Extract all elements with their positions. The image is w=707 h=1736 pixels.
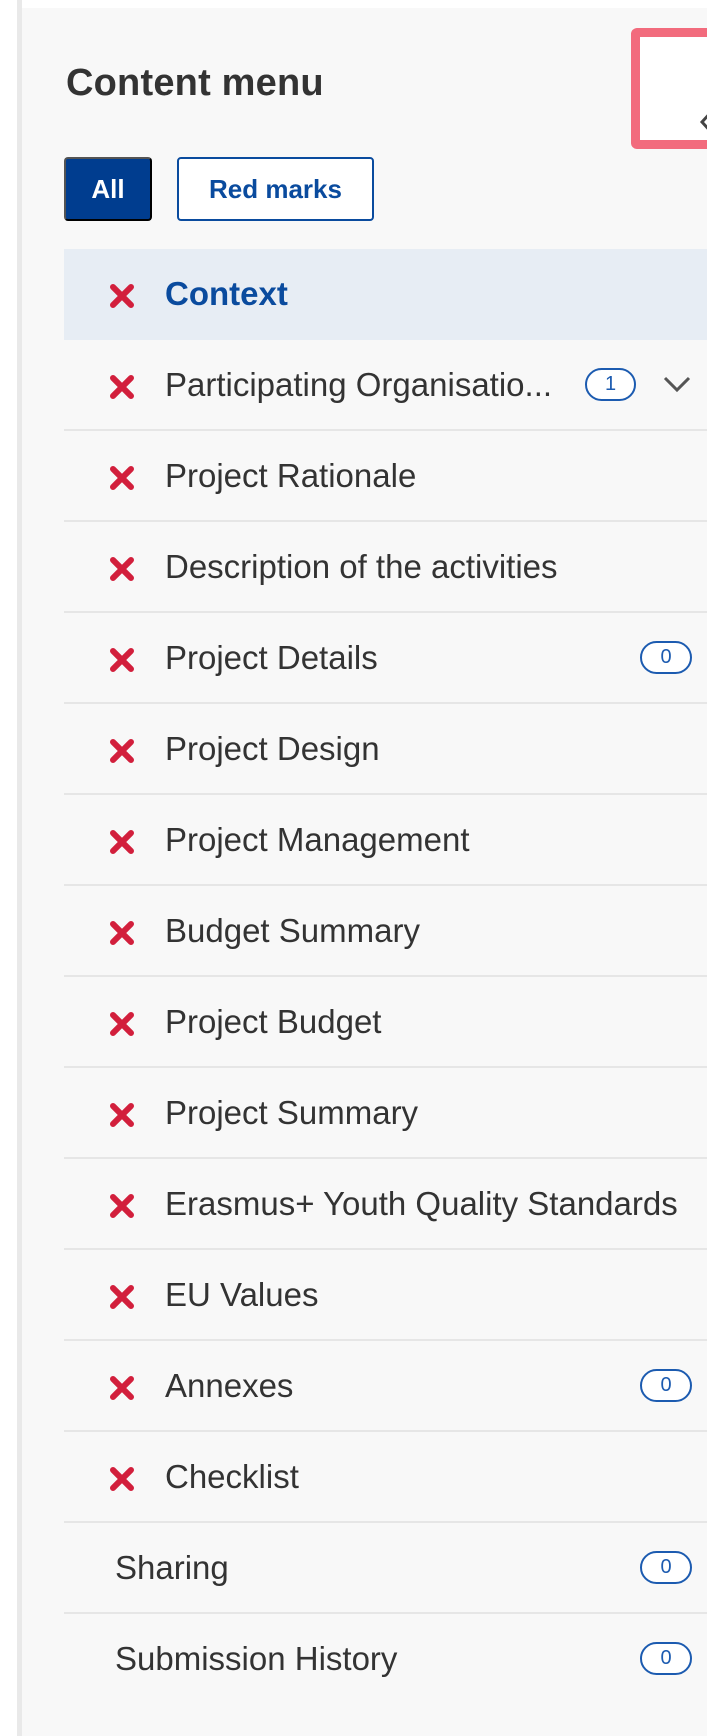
menu-item-project-details[interactable]: Project Details 0: [64, 613, 707, 704]
menu-item-label: Project Details: [165, 638, 378, 676]
menu-item-label: Project Design: [165, 729, 380, 767]
menu-item-project-design[interactable]: Project Design: [64, 704, 707, 795]
red-x-icon: [108, 646, 136, 674]
count-badge: 0: [640, 641, 692, 674]
count-badge: 0: [640, 1369, 692, 1402]
menu-item-participating-organisations[interactable]: Participating Organisatio... 1: [64, 340, 707, 431]
red-x-icon: [108, 373, 136, 401]
menu-item-project-rationale[interactable]: Project Rationale: [64, 431, 707, 522]
red-x-icon: [108, 1283, 136, 1311]
red-x-icon: [108, 555, 136, 583]
menu-item-label: EU Values: [165, 1275, 319, 1313]
menu-item-submission-history[interactable]: Submission History 0: [64, 1614, 707, 1705]
red-x-icon: [108, 737, 136, 765]
menu-item-project-budget[interactable]: Project Budget: [64, 977, 707, 1068]
red-x-icon: [108, 1374, 136, 1402]
count-badge: 0: [640, 1551, 692, 1584]
menu-item-budget-summary[interactable]: Budget Summary: [64, 886, 707, 977]
menu-item-label: Project Budget: [165, 1002, 382, 1040]
count-badge: 0: [640, 1642, 692, 1675]
menu-item-label: Annexes: [165, 1366, 294, 1404]
menu-item-label: Description of the activities: [165, 547, 558, 585]
menu-item-description-of-activities[interactable]: Description of the activities: [64, 522, 707, 613]
filter-red-marks-button[interactable]: Red marks: [177, 157, 374, 221]
menu-item-annexes[interactable]: Annexes 0: [64, 1341, 707, 1432]
menu-item-label: Project Management: [165, 820, 470, 858]
menu-item-label: Participating Organisatio...: [165, 365, 553, 403]
red-x-icon: [108, 282, 136, 310]
filter-all-button[interactable]: All: [64, 157, 152, 221]
menu-item-context[interactable]: Context: [64, 249, 707, 340]
red-x-icon: [108, 1465, 136, 1493]
menu-item-label: Project Rationale: [165, 456, 417, 494]
red-x-icon: [108, 828, 136, 856]
menu-item-label: Context: [165, 274, 288, 312]
panel-title: Content menu: [66, 62, 324, 104]
menu-item-label: Budget Summary: [165, 911, 420, 949]
menu-item-sharing[interactable]: Sharing 0: [64, 1523, 707, 1614]
menu-item-label: Project Summary: [165, 1093, 419, 1131]
count-badge: 1: [585, 368, 636, 401]
content-menu-list: Context Participating Organisatio... 1 P…: [64, 249, 707, 1705]
red-x-icon: [108, 919, 136, 947]
menu-item-youth-quality-standards[interactable]: Erasmus+ Youth Quality Standards: [64, 1159, 707, 1250]
menu-item-project-summary[interactable]: Project Summary: [64, 1068, 707, 1159]
menu-item-eu-values[interactable]: EU Values: [64, 1250, 707, 1341]
menu-item-label: Erasmus+ Youth Quality Standards: [165, 1184, 678, 1222]
red-x-icon: [108, 1101, 136, 1129]
red-x-icon: [108, 1192, 136, 1220]
chevron-left-icon: [698, 107, 707, 142]
menu-item-checklist[interactable]: Checklist: [64, 1432, 707, 1523]
collapse-panel-button[interactable]: [631, 28, 707, 149]
menu-item-label: Checklist: [165, 1457, 299, 1495]
red-x-icon: [108, 464, 136, 492]
menu-item-project-management[interactable]: Project Management: [64, 795, 707, 886]
menu-item-label: Sharing: [115, 1548, 229, 1586]
chevron-down-icon[interactable]: [662, 374, 692, 399]
page-background-strip: [0, 0, 17, 1736]
menu-item-label: Submission History: [115, 1639, 398, 1677]
red-x-icon: [108, 1010, 136, 1038]
